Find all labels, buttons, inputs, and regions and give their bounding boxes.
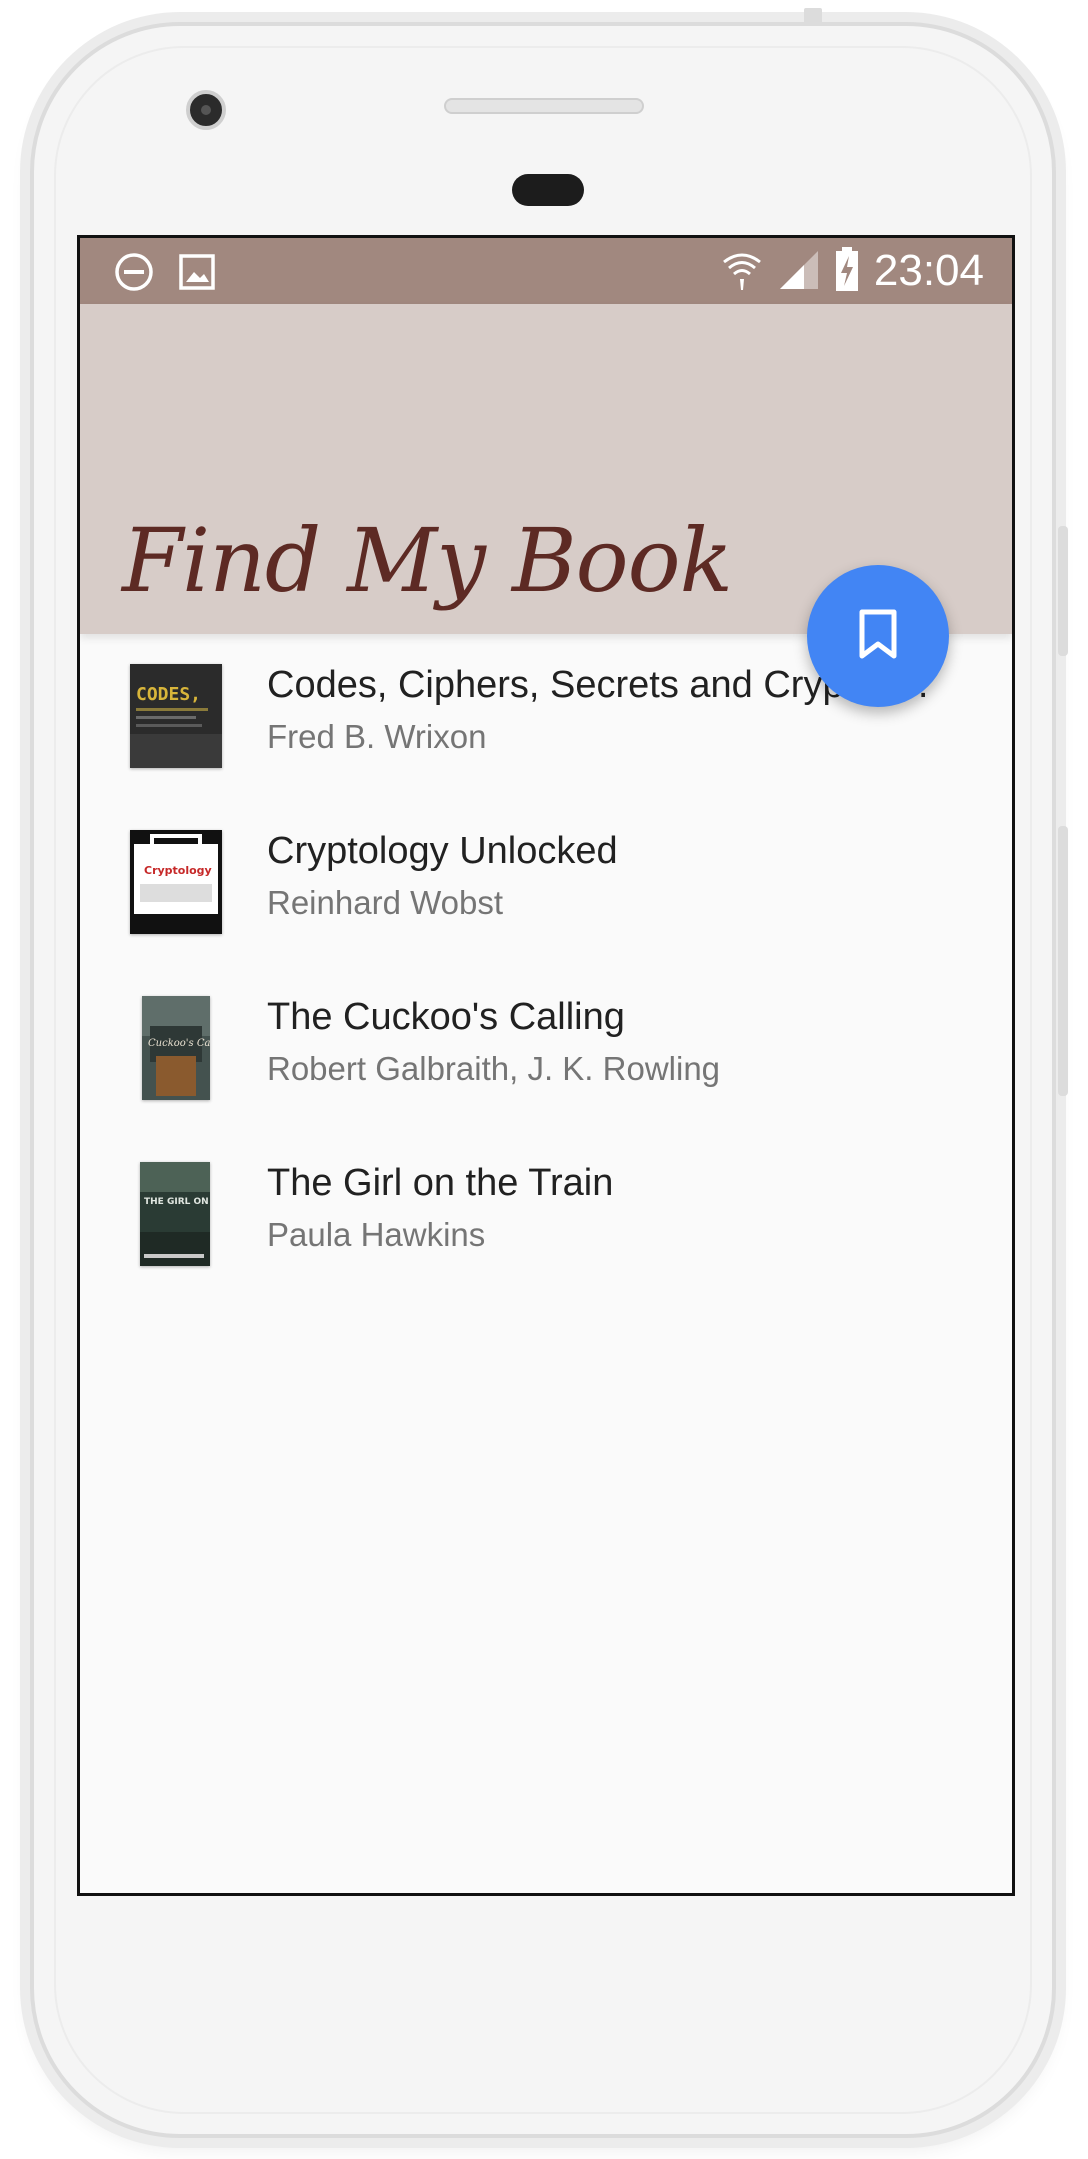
book-title: Cryptology Unlocked [267, 830, 618, 872]
device-screen: 23:04 Find My Book CODES, Codes, Ciphers… [77, 235, 1015, 1896]
bookmark-fab-button[interactable] [807, 565, 949, 707]
cover-text: Cryptology [144, 864, 212, 877]
cover-text: CODES, [136, 684, 201, 705]
image-icon [178, 252, 216, 296]
book-cover: Cuckoo's Calling [142, 996, 210, 1100]
book-author: Fred B. Wrixon [267, 718, 487, 755]
front-camera [186, 90, 226, 130]
cover-text: THE GIRL ON THE TRAIN [144, 1197, 210, 1207]
do-not-disturb-icon [114, 252, 154, 296]
book-author: Robert Galbraith, J. K. Rowling [267, 1050, 721, 1087]
list-item[interactable]: THE GIRL ON THE TRAIN The Girl on the Tr… [80, 1132, 1012, 1298]
app-title: Find My Book [122, 509, 733, 612]
book-list: CODES, Codes, Ciphers, Secrets and Crypt… [80, 634, 1012, 1298]
book-cover: CODES, [130, 664, 222, 768]
battery-charging-icon [834, 246, 860, 296]
power-button-top [804, 8, 822, 26]
book-title: The Cuckoo's Calling [267, 996, 625, 1038]
wifi-icon [720, 246, 764, 296]
book-author: Reinhard Wobst [267, 884, 504, 921]
proximity-sensor [512, 174, 584, 206]
earpiece-speaker [444, 98, 644, 114]
list-item[interactable]: Cryptology Cryptology Unlocked Reinhard … [80, 800, 1012, 966]
book-author: Paula Hawkins [267, 1216, 486, 1253]
book-cover: THE GIRL ON THE TRAIN [140, 1162, 210, 1266]
side-button [1058, 526, 1068, 656]
cover-text: Cuckoo's Calling [148, 1038, 210, 1049]
volume-button [1058, 826, 1068, 1096]
cell-signal-icon [778, 247, 820, 295]
list-item[interactable]: Cuckoo's Calling The Cuckoo's Calling Ro… [80, 966, 1012, 1132]
book-title: The Girl on the Train [267, 1162, 614, 1204]
bookmark-icon [856, 608, 900, 664]
status-bar: 23:04 [80, 238, 1012, 304]
status-time: 23:04 [873, 246, 984, 295]
book-cover: Cryptology [130, 830, 222, 934]
